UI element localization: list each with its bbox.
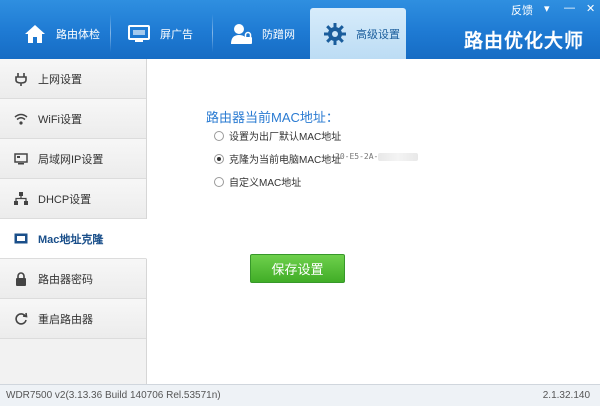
close-button[interactable]: ✕ (586, 2, 595, 15)
menu-dropdown-icon[interactable]: ▾ (544, 2, 550, 15)
firmware-version: WDR7500 v2(3.13.36 Build 140706 Rel.5357… (6, 390, 221, 401)
plug-icon (14, 72, 28, 86)
sidebar-item-wifi-settings[interactable]: WiFi设置 (0, 99, 146, 139)
sidebar-item-label: 局域网IP设置 (38, 153, 104, 166)
sidebar-item-label: 重启路由器 (38, 313, 93, 326)
mac-redacted-mask (378, 152, 419, 161)
refresh-icon (14, 312, 28, 326)
radio-button[interactable] (214, 176, 224, 187)
radio-factory-default-mac[interactable]: 设置为出厂默认MAC地址 (214, 128, 341, 143)
sidebar-item-label: WiFi设置 (38, 113, 82, 126)
user-lock-icon (228, 21, 254, 47)
section-title: 路由器当前MAC地址： (206, 110, 339, 125)
radio-label: 克隆为当前电脑MAC地址 (229, 155, 342, 166)
sidebar-item-lan-ip-settings[interactable]: 局域网IP设置 (0, 139, 146, 179)
tab-block-ads[interactable]: 屏广告 (114, 8, 210, 59)
radio-button[interactable] (214, 130, 224, 141)
lan-icon (14, 152, 28, 166)
sidebar-item-router-password[interactable]: 路由器密码 (0, 259, 146, 299)
radio-label: 自定义MAC地址 (229, 178, 302, 189)
sidebar-item-mac-clone[interactable]: Mac地址克隆 (0, 219, 147, 259)
radio-custom-mac[interactable]: 自定义MAC地址 (214, 174, 301, 189)
network-tree-icon (14, 192, 28, 206)
top-bar: 路由体检 屏广告 防蹭网 高级设置 反馈 ▾ — ✕ 路由优化大师 (0, 0, 600, 59)
status-bar: WDR7500 v2(3.13.36 Build 140706 Rel.5357… (0, 384, 600, 406)
tab-divider (212, 14, 213, 52)
sidebar-item-internet-settings[interactable]: 上网设置 (0, 59, 146, 99)
tab-divider (110, 14, 111, 52)
tab-label: 高级设置 (356, 28, 400, 41)
sidebar-item-label: Mac地址克隆 (38, 233, 104, 246)
radio-label: 设置为出厂默认MAC地址 (229, 132, 342, 143)
tab-label: 防蹭网 (262, 28, 295, 41)
main-panel: 路由器当前MAC地址： 设置为出厂默认MAC地址 克隆为当前电脑MAC地址 20… (148, 59, 600, 384)
sidebar-item-dhcp-settings[interactable]: DHCP设置 (0, 179, 146, 219)
tab-label: 路由体检 (56, 28, 100, 41)
radio-button[interactable] (214, 153, 224, 164)
sidebar-item-restart-router[interactable]: 重启路由器 (0, 299, 146, 339)
house-icon (22, 21, 48, 47)
tab-anti-leech[interactable]: 防蹭网 (216, 8, 312, 59)
mac-card-icon (14, 232, 28, 246)
tab-advanced-settings[interactable]: 高级设置 (310, 8, 406, 59)
minimize-button[interactable]: — (564, 2, 575, 14)
sidebar-item-label: DHCP设置 (38, 193, 92, 206)
monitor-icon (126, 21, 152, 47)
radio-clone-pc-mac[interactable]: 克隆为当前电脑MAC地址 (214, 151, 341, 166)
current-pc-mac-value: 20-E5-2A- (335, 152, 419, 161)
feedback-link[interactable]: 反馈 (511, 2, 533, 18)
save-settings-button[interactable]: 保存设置 (250, 254, 345, 283)
tab-router-check[interactable]: 路由体检 (8, 8, 108, 59)
sidebar-item-label: 上网设置 (38, 73, 82, 86)
sidebar-item-label: 路由器密码 (38, 273, 93, 286)
tab-label: 屏广告 (160, 28, 193, 41)
gear-icon (322, 21, 348, 47)
app-brand-title: 路由优化大师 (463, 31, 584, 52)
wifi-icon (14, 112, 28, 126)
lock-icon (14, 271, 28, 286)
sidebar: 上网设置 WiFi设置 局域网IP设置 DHCP设置 Mac地址克隆 路由器密码 (0, 59, 147, 384)
app-version: 2.1.32.140 (542, 390, 590, 401)
mac-address-text: 20-E5-2A- (335, 152, 379, 161)
